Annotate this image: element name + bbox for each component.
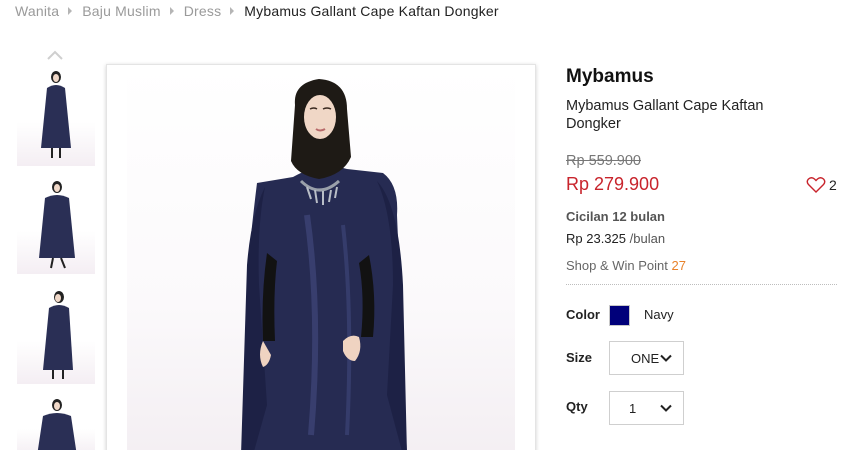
thumbnail-image bbox=[41, 71, 71, 158]
brand-name[interactable]: Mybamus bbox=[566, 66, 654, 88]
thumbnail-2[interactable] bbox=[17, 178, 95, 274]
chevron-down-icon bbox=[660, 354, 672, 362]
color-name: Navy bbox=[644, 307, 674, 322]
thumbnail-image bbox=[37, 399, 77, 450]
breadcrumb-link-baju-muslim[interactable]: Baju Muslim bbox=[82, 3, 160, 19]
chevron-down-icon bbox=[660, 404, 672, 412]
product-title: Mybamus Gallant Cape Kaftan Dongker bbox=[566, 98, 764, 132]
sale-price: Rp 279.900 bbox=[566, 174, 660, 194]
size-value: ONE bbox=[631, 350, 660, 366]
installment-amount-row: Rp 23.325 /bulan bbox=[566, 231, 665, 246]
thumbnail-4[interactable] bbox=[17, 396, 95, 450]
thumbnail-1[interactable] bbox=[17, 68, 95, 166]
size-label: Size bbox=[566, 350, 593, 365]
wishlist-count: 2 bbox=[829, 177, 837, 193]
size-select[interactable]: ONE bbox=[609, 341, 684, 375]
wishlist-button[interactable]: 2 bbox=[806, 176, 837, 194]
installment-unit: /bulan bbox=[629, 231, 666, 246]
heart-icon bbox=[806, 177, 826, 193]
color-label: Color bbox=[566, 307, 600, 322]
installment-amount: Rp 23.325 bbox=[566, 231, 626, 246]
qty-select[interactable]: 1 bbox=[609, 391, 684, 425]
thumbnail-3[interactable] bbox=[17, 288, 95, 384]
divider bbox=[566, 284, 837, 285]
breadcrumb-separator-icon bbox=[230, 7, 235, 15]
thumbnail-image bbox=[39, 181, 75, 269]
color-swatch-navy[interactable] bbox=[609, 305, 630, 326]
main-product-image[interactable] bbox=[106, 64, 536, 450]
breadcrumb-separator-icon bbox=[169, 7, 174, 15]
point-value: 27 bbox=[671, 258, 686, 273]
breadcrumb-link-wanita[interactable]: Wanita bbox=[15, 3, 59, 19]
breadcrumb: Wanita Baju Muslim Dress Mybamus Gallant… bbox=[15, 2, 499, 20]
breadcrumb-link-dress[interactable]: Dress bbox=[184, 3, 222, 19]
breadcrumb-current: Mybamus Gallant Cape Kaftan Dongker bbox=[244, 3, 499, 19]
qty-label: Qty bbox=[566, 399, 588, 414]
qty-value: 1 bbox=[629, 400, 637, 416]
breadcrumb-separator-icon bbox=[68, 7, 73, 15]
original-price: Rp 559.900 bbox=[566, 153, 641, 169]
chevron-up-icon[interactable] bbox=[46, 49, 64, 61]
point-label: Shop & Win Point bbox=[566, 258, 668, 273]
installment-title: Cicilan 12 bulan bbox=[566, 209, 665, 224]
thumbnail-image bbox=[43, 291, 73, 379]
shop-win-point: Shop & Win Point 27 bbox=[566, 258, 686, 273]
model-photo bbox=[241, 79, 407, 450]
